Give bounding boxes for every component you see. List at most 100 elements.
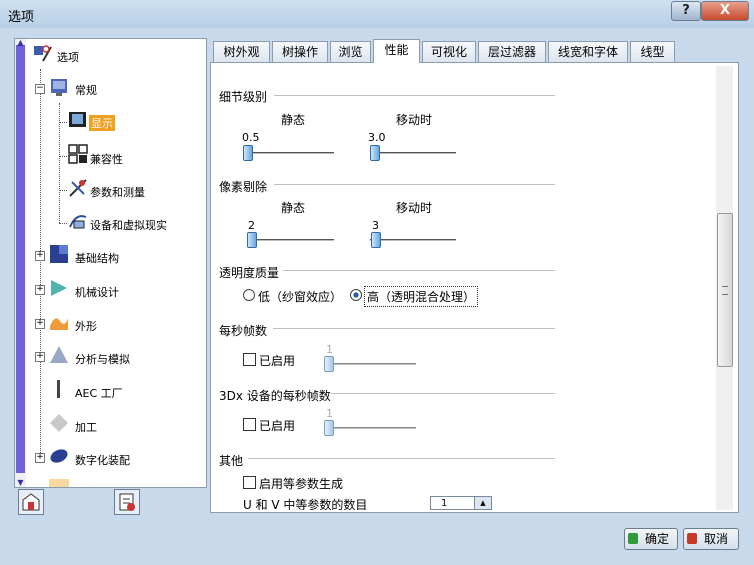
tab-performance[interactable]: 性能 <box>373 39 420 63</box>
fps-3dx-slider[interactable] <box>324 420 334 436</box>
tree-item-aec-plant[interactable]: AEC 工厂 <box>75 385 123 401</box>
ok-button[interactable]: 确定 <box>624 528 678 550</box>
tab-tree-manipulation[interactable]: 树操作 <box>272 41 328 62</box>
tree-item-parameters-measure[interactable]: 参数和测量 <box>90 184 145 200</box>
tree-guide-line <box>59 122 67 123</box>
next-item-icon <box>49 479 69 487</box>
fps-enabled-checkbox[interactable] <box>243 353 256 366</box>
uv-isoparam-value: 1 <box>441 498 448 509</box>
tab-tree-appearance[interactable]: 树外观 <box>213 41 270 62</box>
transparency-high-radio[interactable] <box>350 289 362 301</box>
cancel-button[interactable]: 取消 <box>683 528 739 550</box>
pixel-static-label: 静态 <box>281 201 306 215</box>
transparency-high-label[interactable]: 高（透明混合处理） <box>364 286 479 307</box>
pixel-moving-value: 3 <box>372 219 379 232</box>
detail-static-value: 0.5 <box>242 131 260 144</box>
uv-isoparam-spinner[interactable]: 1 ▲ <box>430 496 492 510</box>
collapse-general-icon[interactable]: − <box>35 84 45 94</box>
tab-layer-filter[interactable]: 层过滤器 <box>478 41 546 62</box>
infrastructure-icon <box>49 244 69 264</box>
pixel-static-track <box>247 239 334 241</box>
detail-level-title: 细节级别 <box>219 90 268 104</box>
isoparam-checkbox[interactable] <box>243 476 256 489</box>
tree-scroll-down-icon[interactable]: ▼ <box>16 479 25 487</box>
tree-item-shape[interactable]: 外形 <box>75 318 97 334</box>
pixel-static-slider[interactable] <box>247 232 257 248</box>
tree-guide-line <box>59 223 67 224</box>
tree-scroll-up-icon[interactable]: ▲ <box>16 39 25 47</box>
tree-scroll-thumb[interactable] <box>16 45 25 473</box>
pixel-moving-track <box>370 239 456 241</box>
close-button[interactable]: X <box>701 1 749 21</box>
tree-item-analysis-simulation[interactable]: 分析与模拟 <box>75 351 130 367</box>
reset-options-button[interactable] <box>114 489 140 515</box>
tree-guide-line <box>40 69 41 459</box>
section-divider <box>248 458 555 459</box>
detail-static-track <box>245 152 334 154</box>
fps-3dx-title: 3Dx 设备的每秒帧数 <box>219 389 331 403</box>
cancel-label: 取消 <box>704 532 729 546</box>
display-icon <box>68 110 88 130</box>
isoparam-label[interactable]: 启用等参数生成 <box>259 475 343 492</box>
detail-moving-value: 3.0 <box>368 131 386 144</box>
tab-bar: 树外观 树操作 浏览 性能 可视化 层过滤器 线宽和字体 线型 <box>213 39 693 63</box>
tree-item-display[interactable]: 显示 <box>89 115 115 131</box>
grip-icon <box>722 286 728 295</box>
options-tree: ▲ ▼ 选项 − 常规 显示 兼容性 参数和测量 设备和虚拟现实 + 基础结构 … <box>14 38 207 488</box>
tab-linetype[interactable]: 线型 <box>630 41 675 62</box>
expand-shape-icon[interactable]: + <box>35 319 45 329</box>
section-divider <box>283 270 555 271</box>
expand-analysis-icon[interactable]: + <box>35 352 45 362</box>
title-bar <box>0 0 754 28</box>
tree-item-options[interactable]: 选项 <box>57 49 79 65</box>
expand-infrastructure-icon[interactable]: + <box>35 251 45 261</box>
window-title: 选项 <box>8 10 35 25</box>
fps-track <box>324 363 416 365</box>
load-options-button[interactable] <box>18 489 44 515</box>
tree-item-mechanical-design[interactable]: 机械设计 <box>75 284 119 300</box>
fps-slider[interactable] <box>324 356 334 372</box>
pixel-culling-title: 像素剔除 <box>219 180 268 194</box>
general-icon <box>49 77 69 97</box>
tree-item-digital-mockup[interactable]: 数字化装配 <box>75 452 130 468</box>
fps-3dx-track <box>324 427 416 429</box>
tab-visualization[interactable]: 可视化 <box>422 41 476 62</box>
detail-static-label: 静态 <box>281 113 306 127</box>
machining-icon <box>49 413 69 433</box>
detail-moving-track <box>370 152 456 154</box>
tab-linewidth-font[interactable]: 线宽和字体 <box>548 41 628 62</box>
detail-static-slider[interactable] <box>243 145 253 161</box>
detail-moving-label: 移动时 <box>396 113 433 127</box>
tab-navigation[interactable]: 浏览 <box>330 41 371 62</box>
section-divider <box>331 393 555 394</box>
fps-3dx-enabled-label[interactable]: 已启用 <box>259 417 295 434</box>
parameters-measure-icon <box>68 178 88 198</box>
tree-item-devices-vr[interactable]: 设备和虚拟现实 <box>90 217 167 233</box>
ok-label: 确定 <box>645 532 670 546</box>
options-root-icon <box>31 43 53 65</box>
pixel-static-value: 2 <box>248 219 255 232</box>
detail-moving-slider[interactable] <box>370 145 380 161</box>
ok-icon <box>628 533 638 544</box>
expand-dmu-icon[interactable]: + <box>35 453 45 463</box>
panel-scroll-thumb[interactable] <box>717 213 733 367</box>
tree-item-machining[interactable]: 加工 <box>75 419 97 435</box>
tree-item-compatibility[interactable]: 兼容性 <box>90 151 123 167</box>
fps-enabled-label[interactable]: 已启用 <box>259 352 295 369</box>
transparency-low-radio[interactable] <box>243 289 255 301</box>
help-button[interactable]: ? <box>671 1 701 21</box>
spinner-arrow-icon[interactable]: ▲ <box>474 497 491 509</box>
digital-mockup-icon <box>49 446 69 466</box>
pixel-moving-slider[interactable] <box>371 232 381 248</box>
fps-3dx-value: 1 <box>326 407 333 420</box>
devices-vr-icon <box>68 211 88 231</box>
tree-item-general[interactable]: 常规 <box>75 82 97 98</box>
transparency-low-label[interactable]: 低（纱窗效应） <box>258 288 342 305</box>
pixel-moving-label: 移动时 <box>396 201 433 215</box>
aec-plant-icon <box>49 379 69 399</box>
section-divider <box>273 328 555 329</box>
other-title: 其他 <box>219 454 244 468</box>
tree-item-infrastructure[interactable]: 基础结构 <box>75 250 119 266</box>
expand-mechanical-icon[interactable]: + <box>35 285 45 295</box>
fps-3dx-enabled-checkbox[interactable] <box>243 418 256 431</box>
